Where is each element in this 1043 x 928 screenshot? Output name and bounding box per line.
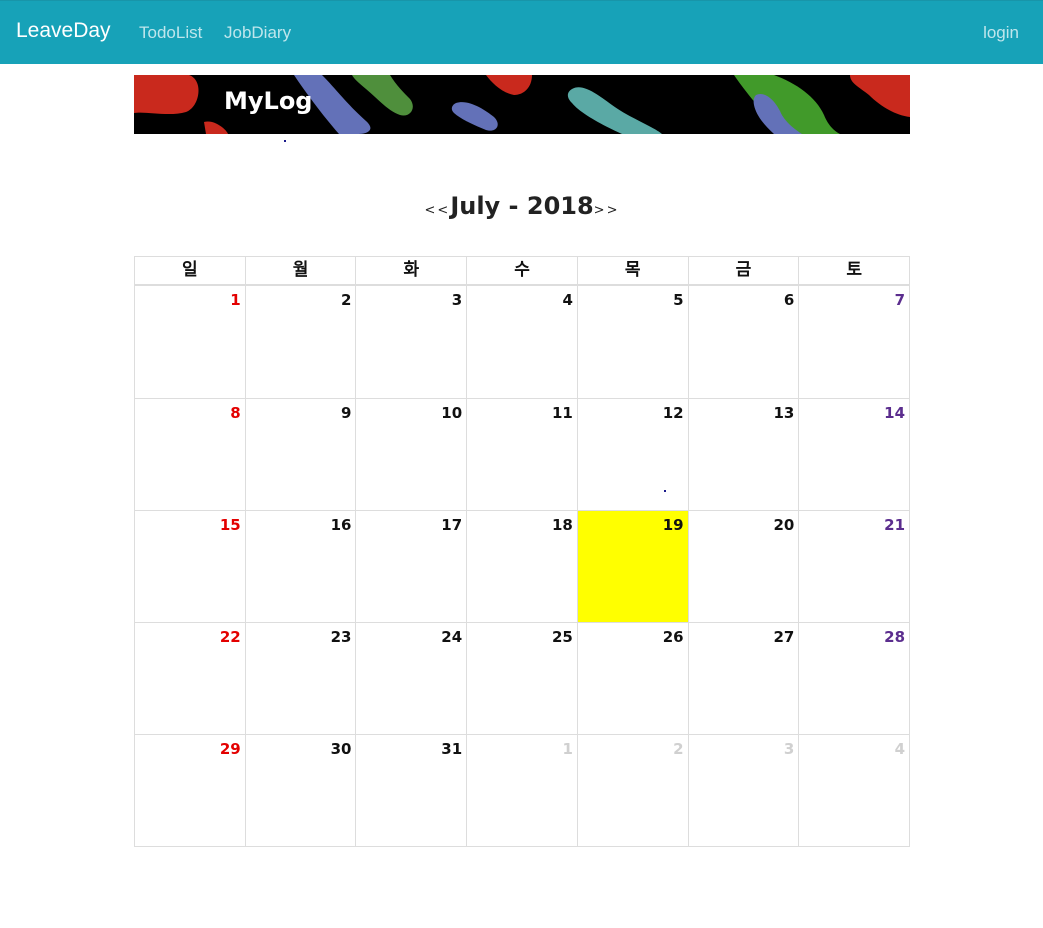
day-cell[interactable]: 7 xyxy=(799,286,909,398)
day-number: 16 xyxy=(330,516,352,534)
login-link[interactable]: login xyxy=(983,23,1019,43)
day-cell[interactable]: 21 xyxy=(799,511,909,622)
day-number: 14 xyxy=(884,404,906,422)
day-cell[interactable]: 16 xyxy=(246,511,357,622)
weekday-thu: 목 xyxy=(578,257,689,284)
day-number: 10 xyxy=(441,404,463,422)
nav-todolist-link[interactable]: TodoList xyxy=(139,23,202,43)
day-number: 3 xyxy=(783,740,795,758)
week-row: 1 2 3 4 5 6 7 xyxy=(134,285,910,399)
day-number: 12 xyxy=(662,404,684,422)
day-cell[interactable]: 5 xyxy=(578,286,689,398)
day-number: 4 xyxy=(562,291,573,309)
day-number: 29 xyxy=(219,740,241,758)
month-navigator: <<July - 2018>> xyxy=(134,192,910,220)
day-number: 30 xyxy=(330,740,352,758)
day-number: 1 xyxy=(562,740,573,758)
day-cell-next-month[interactable]: 2 xyxy=(578,735,689,846)
day-cell-next-month[interactable]: 1 xyxy=(467,735,578,846)
day-number: 5 xyxy=(673,291,684,309)
top-navbar: LeaveDay TodoList JobDiary login xyxy=(0,0,1043,64)
week-row: 29 30 31 1 2 3 4 xyxy=(134,735,910,847)
day-number: 8 xyxy=(230,404,241,422)
day-cell[interactable]: 29 xyxy=(135,735,246,846)
day-cell[interactable]: 20 xyxy=(689,511,800,622)
day-number: 22 xyxy=(219,628,241,646)
day-number: 28 xyxy=(884,628,906,646)
day-number: 26 xyxy=(662,628,684,646)
calendar-grid: 일 월 화 수 목 금 토 1 2 3 4 5 6 7 8 9 10 11 12… xyxy=(134,256,910,847)
day-cell[interactable]: 13 xyxy=(689,399,800,510)
brand-link[interactable]: LeaveDay xyxy=(16,19,111,43)
day-number: 18 xyxy=(552,516,573,534)
day-number: 2 xyxy=(673,740,684,758)
day-cell[interactable]: 11 xyxy=(467,399,578,510)
day-cell[interactable]: 10 xyxy=(356,399,468,510)
day-cell[interactable]: 24 xyxy=(356,623,468,734)
stray-dot xyxy=(284,140,286,142)
day-cell-today[interactable]: 19 xyxy=(577,511,689,622)
day-cell[interactable]: 4 xyxy=(467,286,578,398)
day-number: 6 xyxy=(783,291,795,309)
day-number: 24 xyxy=(441,628,463,646)
day-number: 17 xyxy=(441,516,463,534)
day-cell[interactable]: 17 xyxy=(356,511,468,622)
day-cell-next-month[interactable]: 3 xyxy=(689,735,800,846)
day-number: 1 xyxy=(230,291,241,309)
day-number: 2 xyxy=(341,291,352,309)
week-row: 15 16 17 18 19 20 21 xyxy=(134,511,910,623)
day-cell[interactable]: 25 xyxy=(467,623,578,734)
day-number: 23 xyxy=(330,628,352,646)
day-cell[interactable]: 18 xyxy=(467,511,578,622)
day-cell[interactable]: 15 xyxy=(135,511,246,622)
weekday-header-row: 일 월 화 수 목 금 토 xyxy=(134,256,910,285)
weekday-tue: 화 xyxy=(356,257,468,284)
day-cell[interactable]: 31 xyxy=(356,735,468,846)
day-number: 19 xyxy=(662,516,684,534)
prev-month-button[interactable]: << xyxy=(425,203,451,218)
day-number: 3 xyxy=(451,291,463,309)
day-number: 20 xyxy=(773,516,795,534)
month-title: July - 2018 xyxy=(450,192,594,220)
day-cell[interactable]: 6 xyxy=(689,286,800,398)
day-cell[interactable]: 14 xyxy=(799,399,909,510)
day-cell[interactable]: 12 xyxy=(578,399,689,510)
weekday-wed: 수 xyxy=(467,257,578,284)
banner-title: MyLog xyxy=(224,87,313,115)
header-banner: MyLog xyxy=(134,75,910,134)
day-number: 13 xyxy=(773,404,795,422)
day-cell[interactable]: 2 xyxy=(246,286,357,398)
day-cell[interactable]: 3 xyxy=(356,286,468,398)
day-number: 7 xyxy=(894,291,906,309)
day-number: 11 xyxy=(552,404,573,422)
weekday-sun: 일 xyxy=(135,257,246,284)
weekday-sat: 토 xyxy=(846,260,862,280)
day-cell[interactable]: 30 xyxy=(246,735,357,846)
day-cell[interactable]: 23 xyxy=(246,623,357,734)
day-number: 25 xyxy=(552,628,573,646)
day-cell-next-month[interactable]: 4 xyxy=(799,735,909,846)
week-row: 8 9 10 11 12 13 14 xyxy=(134,399,910,511)
day-cell[interactable]: 22 xyxy=(135,623,246,734)
day-cell[interactable]: 26 xyxy=(578,623,689,734)
day-number: 31 xyxy=(441,740,463,758)
weekday-fri: 금 xyxy=(689,257,800,284)
day-number: 27 xyxy=(773,628,795,646)
day-number: 4 xyxy=(894,740,906,758)
day-cell[interactable]: 1 xyxy=(135,286,246,398)
nav-jobdiary-link[interactable]: JobDiary xyxy=(224,23,291,43)
day-cell[interactable]: 8 xyxy=(135,399,246,510)
day-number: 15 xyxy=(219,516,241,534)
day-number: 21 xyxy=(884,516,906,534)
week-row: 22 23 24 25 26 27 28 xyxy=(134,623,910,735)
day-number: 9 xyxy=(341,404,352,422)
weekday-mon: 월 xyxy=(246,257,357,284)
day-cell[interactable]: 28 xyxy=(799,623,909,734)
day-cell[interactable]: 27 xyxy=(689,623,800,734)
day-cell[interactable]: 9 xyxy=(246,399,357,510)
next-month-button[interactable]: >> xyxy=(594,203,620,218)
